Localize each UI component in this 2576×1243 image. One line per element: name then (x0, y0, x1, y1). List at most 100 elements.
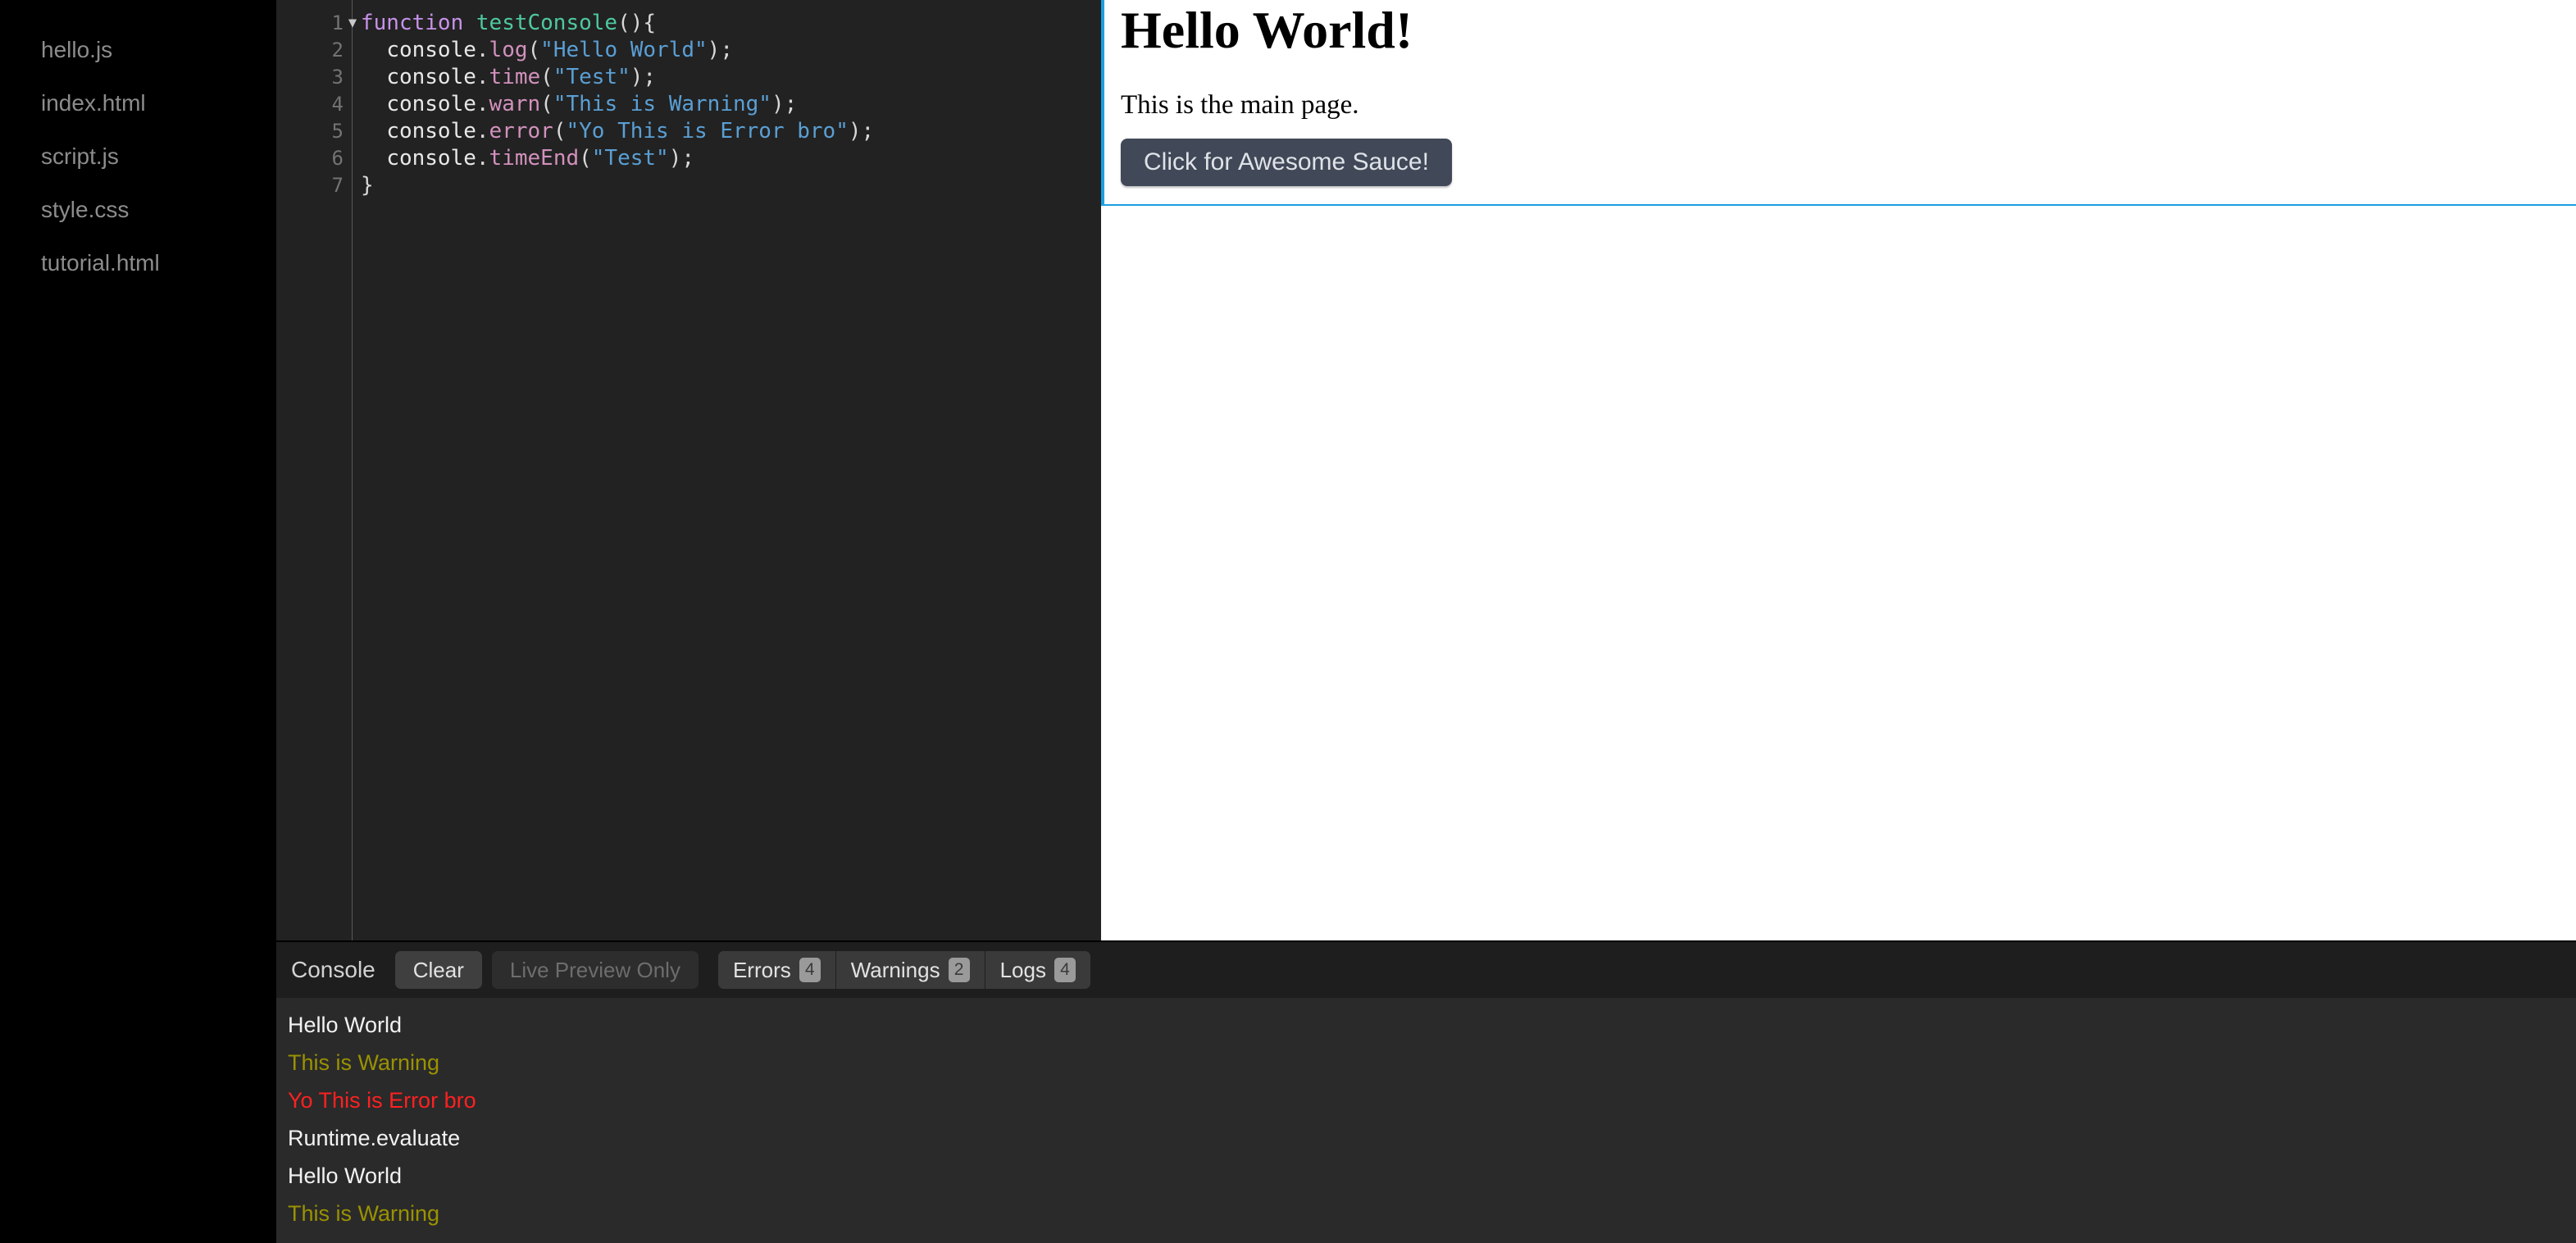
code-line-7: } (361, 172, 1101, 199)
code-line-5: console.error("Yo This is Error bro"); (361, 118, 1101, 145)
console-toolbar: Console Clear Live Preview Only Errors 4… (276, 942, 2576, 998)
console-message-row: This is Warning (288, 1201, 440, 1226)
token-method: timeEnd (489, 146, 580, 171)
line-number: 4 (331, 93, 344, 116)
token-dot: . (476, 146, 489, 171)
filter-warnings-label: Warnings (850, 957, 940, 982)
line-number: 2 (331, 39, 344, 61)
token-string: "Test" (553, 65, 630, 89)
console-panel: Console Clear Live Preview Only Errors 4… (276, 940, 2576, 1243)
clear-console-button[interactable]: Clear (394, 951, 482, 989)
token-object: console (386, 146, 476, 171)
gutter-line-4: 4 (276, 91, 352, 118)
token-paren-close: ); (630, 65, 657, 89)
token-paren-close: ); (771, 92, 798, 116)
preview-heading: Hello World! (1121, 1, 1413, 59)
gutter-line-5: 5 (276, 118, 352, 145)
console-message-row: Hello World (288, 1013, 403, 1037)
filter-errors-button[interactable]: Errors 4 (717, 951, 836, 989)
token-dot: . (476, 92, 489, 116)
code-line-3: console.time("Test"); (361, 64, 1101, 91)
file-sidebar: hello.js index.html script.js style.css … (0, 0, 276, 940)
token-dot: . (476, 38, 489, 62)
console-title: Console (291, 957, 375, 982)
token-object: console (386, 65, 476, 89)
code-line-6: console.timeEnd("Test"); (361, 145, 1101, 172)
token-keyword: function (361, 11, 464, 35)
token-dot: . (476, 65, 489, 89)
line-number: 7 (331, 174, 344, 197)
live-preview-pane[interactable]: Hello World! This is the main page. Clic… (1101, 0, 2576, 940)
token-object: console (386, 119, 476, 143)
filter-logs-button[interactable]: Logs 4 (985, 951, 1090, 989)
console-message-row: Yo This is Error bro (288, 1088, 476, 1113)
sidebar-file-index-html[interactable]: index.html (0, 76, 276, 130)
token-string: "Yo This is Error bro" (566, 119, 849, 143)
app-root: hello.js index.html script.js style.css … (0, 0, 2576, 1243)
token-function-name: testConsole (476, 11, 618, 35)
line-number: 6 (331, 147, 344, 170)
gutter-line-1: 1 ▼ (276, 10, 357, 37)
line-number: 5 (331, 120, 344, 143)
token-method: warn (489, 92, 541, 116)
filter-warnings-count: 2 (948, 958, 970, 982)
gutter-line-7: 7 (276, 172, 352, 199)
token-string: "Test" (591, 146, 669, 171)
token-method: error (489, 119, 553, 143)
token-brace-close: } (361, 173, 374, 198)
token-paren-open: ( (553, 119, 567, 143)
filter-errors-count: 4 (799, 958, 821, 982)
token-paren-open: ( (527, 38, 541, 62)
console-filter-group: Errors 4 Warnings 2 Logs 4 (717, 951, 1090, 989)
sidebar-file-tutorial-html[interactable]: tutorial.html (0, 236, 276, 289)
token-object: console (386, 38, 476, 62)
line-number: 3 (331, 66, 344, 89)
token-object: console (386, 92, 476, 116)
token-method: log (489, 38, 528, 62)
token-punct: (){ (617, 11, 657, 35)
console-message-row: This is Warning (288, 1050, 440, 1075)
filter-errors-label: Errors (732, 957, 791, 982)
console-message-row: Hello World (288, 1163, 403, 1188)
live-preview-only-button[interactable]: Live Preview Only (491, 951, 699, 989)
code-line-1: function testConsole(){ (361, 10, 1101, 37)
gutter-line-6: 6 (276, 145, 352, 172)
code-line-2: console.log("Hello World"); (361, 37, 1101, 64)
token-dot: . (476, 119, 489, 143)
fold-arrow-icon[interactable]: ▼ (344, 10, 362, 37)
gutter-line-2: 2 (276, 37, 352, 64)
token-paren-close: ); (848, 119, 875, 143)
token-method: time (489, 65, 541, 89)
preview-paragraph: This is the main page. (1121, 90, 1359, 121)
token-paren-open: ( (579, 146, 592, 171)
gutter-line-3: 3 (276, 64, 352, 91)
token-string: "This is Warning" (553, 92, 771, 116)
filter-logs-count: 4 (1054, 958, 1076, 982)
line-number: 1 (331, 11, 344, 34)
sidebar-file-hello-js[interactable]: hello.js (0, 23, 276, 76)
filter-warnings-button[interactable]: Warnings 2 (835, 951, 985, 989)
sidebar-file-style-css[interactable]: style.css (0, 183, 276, 236)
token-paren-close: ); (668, 146, 695, 171)
editor-gutter: 1 ▼ 2 3 4 5 6 7 (276, 0, 357, 940)
token-paren-close: ); (707, 38, 733, 62)
top-region: hello.js index.html script.js style.css … (0, 0, 2576, 940)
token-paren-open: ( (540, 65, 553, 89)
preview-highlighted-region: Hello World! This is the main page. Clic… (1101, 0, 2576, 207)
code-text-area[interactable]: function testConsole(){ console.log("Hel… (353, 0, 1101, 940)
console-message-row: Runtime.evaluate (288, 1126, 461, 1150)
code-editor[interactable]: 1 ▼ 2 3 4 5 6 7 function testConsole(){… (276, 0, 1101, 940)
awesome-sauce-button[interactable]: Click for Awesome Sauce! (1121, 139, 1452, 187)
token-paren-open: ( (540, 92, 553, 116)
sidebar-file-script-js[interactable]: script.js (0, 130, 276, 183)
code-line-4: console.warn("This is Warning"); (361, 91, 1101, 118)
console-log-area[interactable]: Hello World This is Warning Yo This is E… (276, 998, 2576, 1243)
filter-logs-label: Logs (999, 957, 1046, 982)
token-string: "Hello World" (540, 38, 708, 62)
